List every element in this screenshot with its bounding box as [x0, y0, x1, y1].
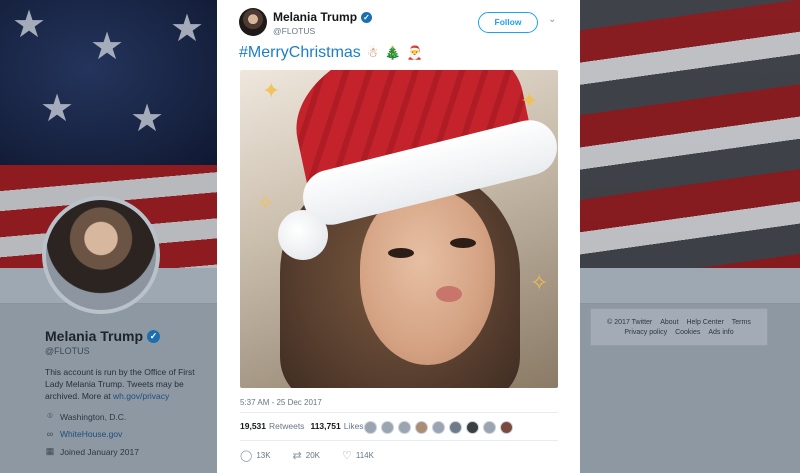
reply-action[interactable]: ◯ 13K — [240, 449, 271, 462]
liker-avatar[interactable] — [466, 421, 479, 434]
verified-badge-icon: ✓ — [361, 11, 373, 23]
sparkle-icon: ✧ — [256, 190, 275, 215]
likes-label[interactable]: Likes — [344, 421, 364, 431]
tweet-actions: ◯ 13K ⇄ 20K ♡ 114K — [240, 449, 396, 462]
follow-button[interactable]: Follow — [478, 12, 538, 33]
footer-link-ads[interactable]: Ads info — [708, 329, 733, 336]
likes-count[interactable]: 113,751 — [310, 421, 340, 431]
verified-badge-icon: ✓ — [147, 329, 161, 343]
profile-bio: This account is run by the Office of Fir… — [45, 366, 215, 402]
profile-handle[interactable]: @FLOTUS — [45, 346, 215, 356]
reply-icon: ◯ — [240, 450, 253, 462]
footer-link-terms[interactable]: Terms — [732, 319, 751, 326]
star-icon: ★ — [130, 98, 165, 140]
profile-name: Melania Trump ✓ — [45, 328, 215, 344]
photo-hat-pompom — [278, 210, 328, 260]
divider — [240, 412, 558, 413]
profile-sidebar: Melania Trump ✓ @FLOTUS This account is … — [45, 328, 215, 457]
profile-name-text: Melania Trump — [45, 328, 144, 344]
star-icon: ★ — [40, 88, 75, 130]
footer-copyright: © 2017 Twitter — [607, 319, 653, 326]
flag-stripes — [580, 0, 800, 268]
divider — [240, 440, 558, 441]
calendar-icon: ▦ — [45, 446, 55, 456]
author-handle[interactable]: @FLOTUS — [273, 26, 315, 36]
retweet-action[interactable]: ⇄ 20K — [293, 449, 320, 462]
sparkle-icon: ✦ — [520, 88, 539, 113]
author-name[interactable]: Melania Trump ✓ — [273, 10, 373, 24]
retweet-count: 20K — [305, 451, 320, 460]
retweet-icon: ⇄ — [292, 450, 302, 462]
liker-avatar[interactable] — [500, 421, 513, 434]
christmas-tree-emoji-icon: 🎄 — [384, 45, 401, 60]
profile-bio-link[interactable]: wh.gov/privacy — [113, 391, 169, 401]
retweets-label[interactable]: Retweets — [269, 421, 304, 431]
liker-avatar[interactable] — [449, 421, 462, 434]
chevron-down-icon[interactable]: ⌄ — [548, 14, 556, 25]
tweet-modal: Melania Trump ✓ @FLOTUS Follow ⌄ #MerryC… — [217, 0, 580, 473]
tweet-photo[interactable]: ✦ ✦ ✧ ✧ — [240, 70, 558, 388]
footer-line-1: © 2017 Twitter About Help Center Terms — [599, 318, 759, 328]
sparkle-icon: ✦ — [262, 78, 281, 103]
photo-lips — [436, 286, 462, 302]
star-icon: ★ — [170, 8, 205, 50]
liker-avatars — [364, 421, 513, 434]
footer-line-2: Privacy policy Cookies Ads info — [599, 328, 759, 338]
star-icon: ★ — [12, 4, 47, 46]
reply-count: 13K — [256, 451, 271, 460]
photo-face — [360, 190, 495, 365]
profile-location-text: Washington, D.C. — [60, 411, 127, 422]
like-count: 114K — [355, 451, 374, 460]
sparkle-icon: ✧ — [530, 270, 549, 295]
santa-emoji-icon: 🎅 — [406, 45, 423, 60]
like-action[interactable]: ♡ 114K — [342, 449, 374, 462]
liker-avatar[interactable] — [364, 421, 377, 434]
tweet-text: #MerryChristmas ☃ 🎄 🎅 — [239, 44, 423, 62]
footer-link-cookies[interactable]: Cookies — [675, 329, 700, 336]
hashtag-link[interactable]: #MerryChristmas — [239, 44, 361, 62]
profile-avatar[interactable] — [42, 196, 160, 314]
tweet-stats: 19,531 Retweets 113,751 Likes — [240, 421, 364, 431]
link-icon: ∞ — [46, 429, 54, 439]
star-icon: ★ — [90, 26, 125, 68]
liker-avatar[interactable] — [415, 421, 428, 434]
liker-avatar[interactable] — [398, 421, 411, 434]
footer-link-help[interactable]: Help Center — [686, 319, 723, 326]
liker-avatar[interactable] — [483, 421, 496, 434]
location-pin-icon: ⌾ — [47, 411, 53, 421]
photo-eye — [450, 238, 476, 248]
author-avatar[interactable] — [239, 8, 267, 36]
profile-website-link[interactable]: WhiteHouse.gov — [60, 429, 122, 439]
gingerbread-emoji-icon: ☃ — [366, 45, 379, 60]
footer-link-privacy[interactable]: Privacy policy — [624, 329, 667, 336]
profile-website: ∞ WhiteHouse.gov — [45, 429, 215, 439]
tweet-timestamp[interactable]: 5:37 AM - 25 Dec 2017 — [240, 398, 322, 407]
footer-link-about[interactable]: About — [660, 319, 678, 326]
heart-icon: ♡ — [342, 450, 352, 462]
profile-joined-text: Joined January 2017 — [60, 446, 139, 457]
liker-avatar[interactable] — [381, 421, 394, 434]
profile-location: ⌾ Washington, D.C. — [45, 411, 215, 422]
retweets-count[interactable]: 19,531 — [240, 421, 266, 431]
author-name-text: Melania Trump — [273, 10, 358, 24]
footer-links: © 2017 Twitter About Help Center Terms P… — [590, 308, 768, 346]
photo-eye — [388, 248, 414, 258]
liker-avatar[interactable] — [432, 421, 445, 434]
profile-joined: ▦ Joined January 2017 — [45, 446, 215, 457]
